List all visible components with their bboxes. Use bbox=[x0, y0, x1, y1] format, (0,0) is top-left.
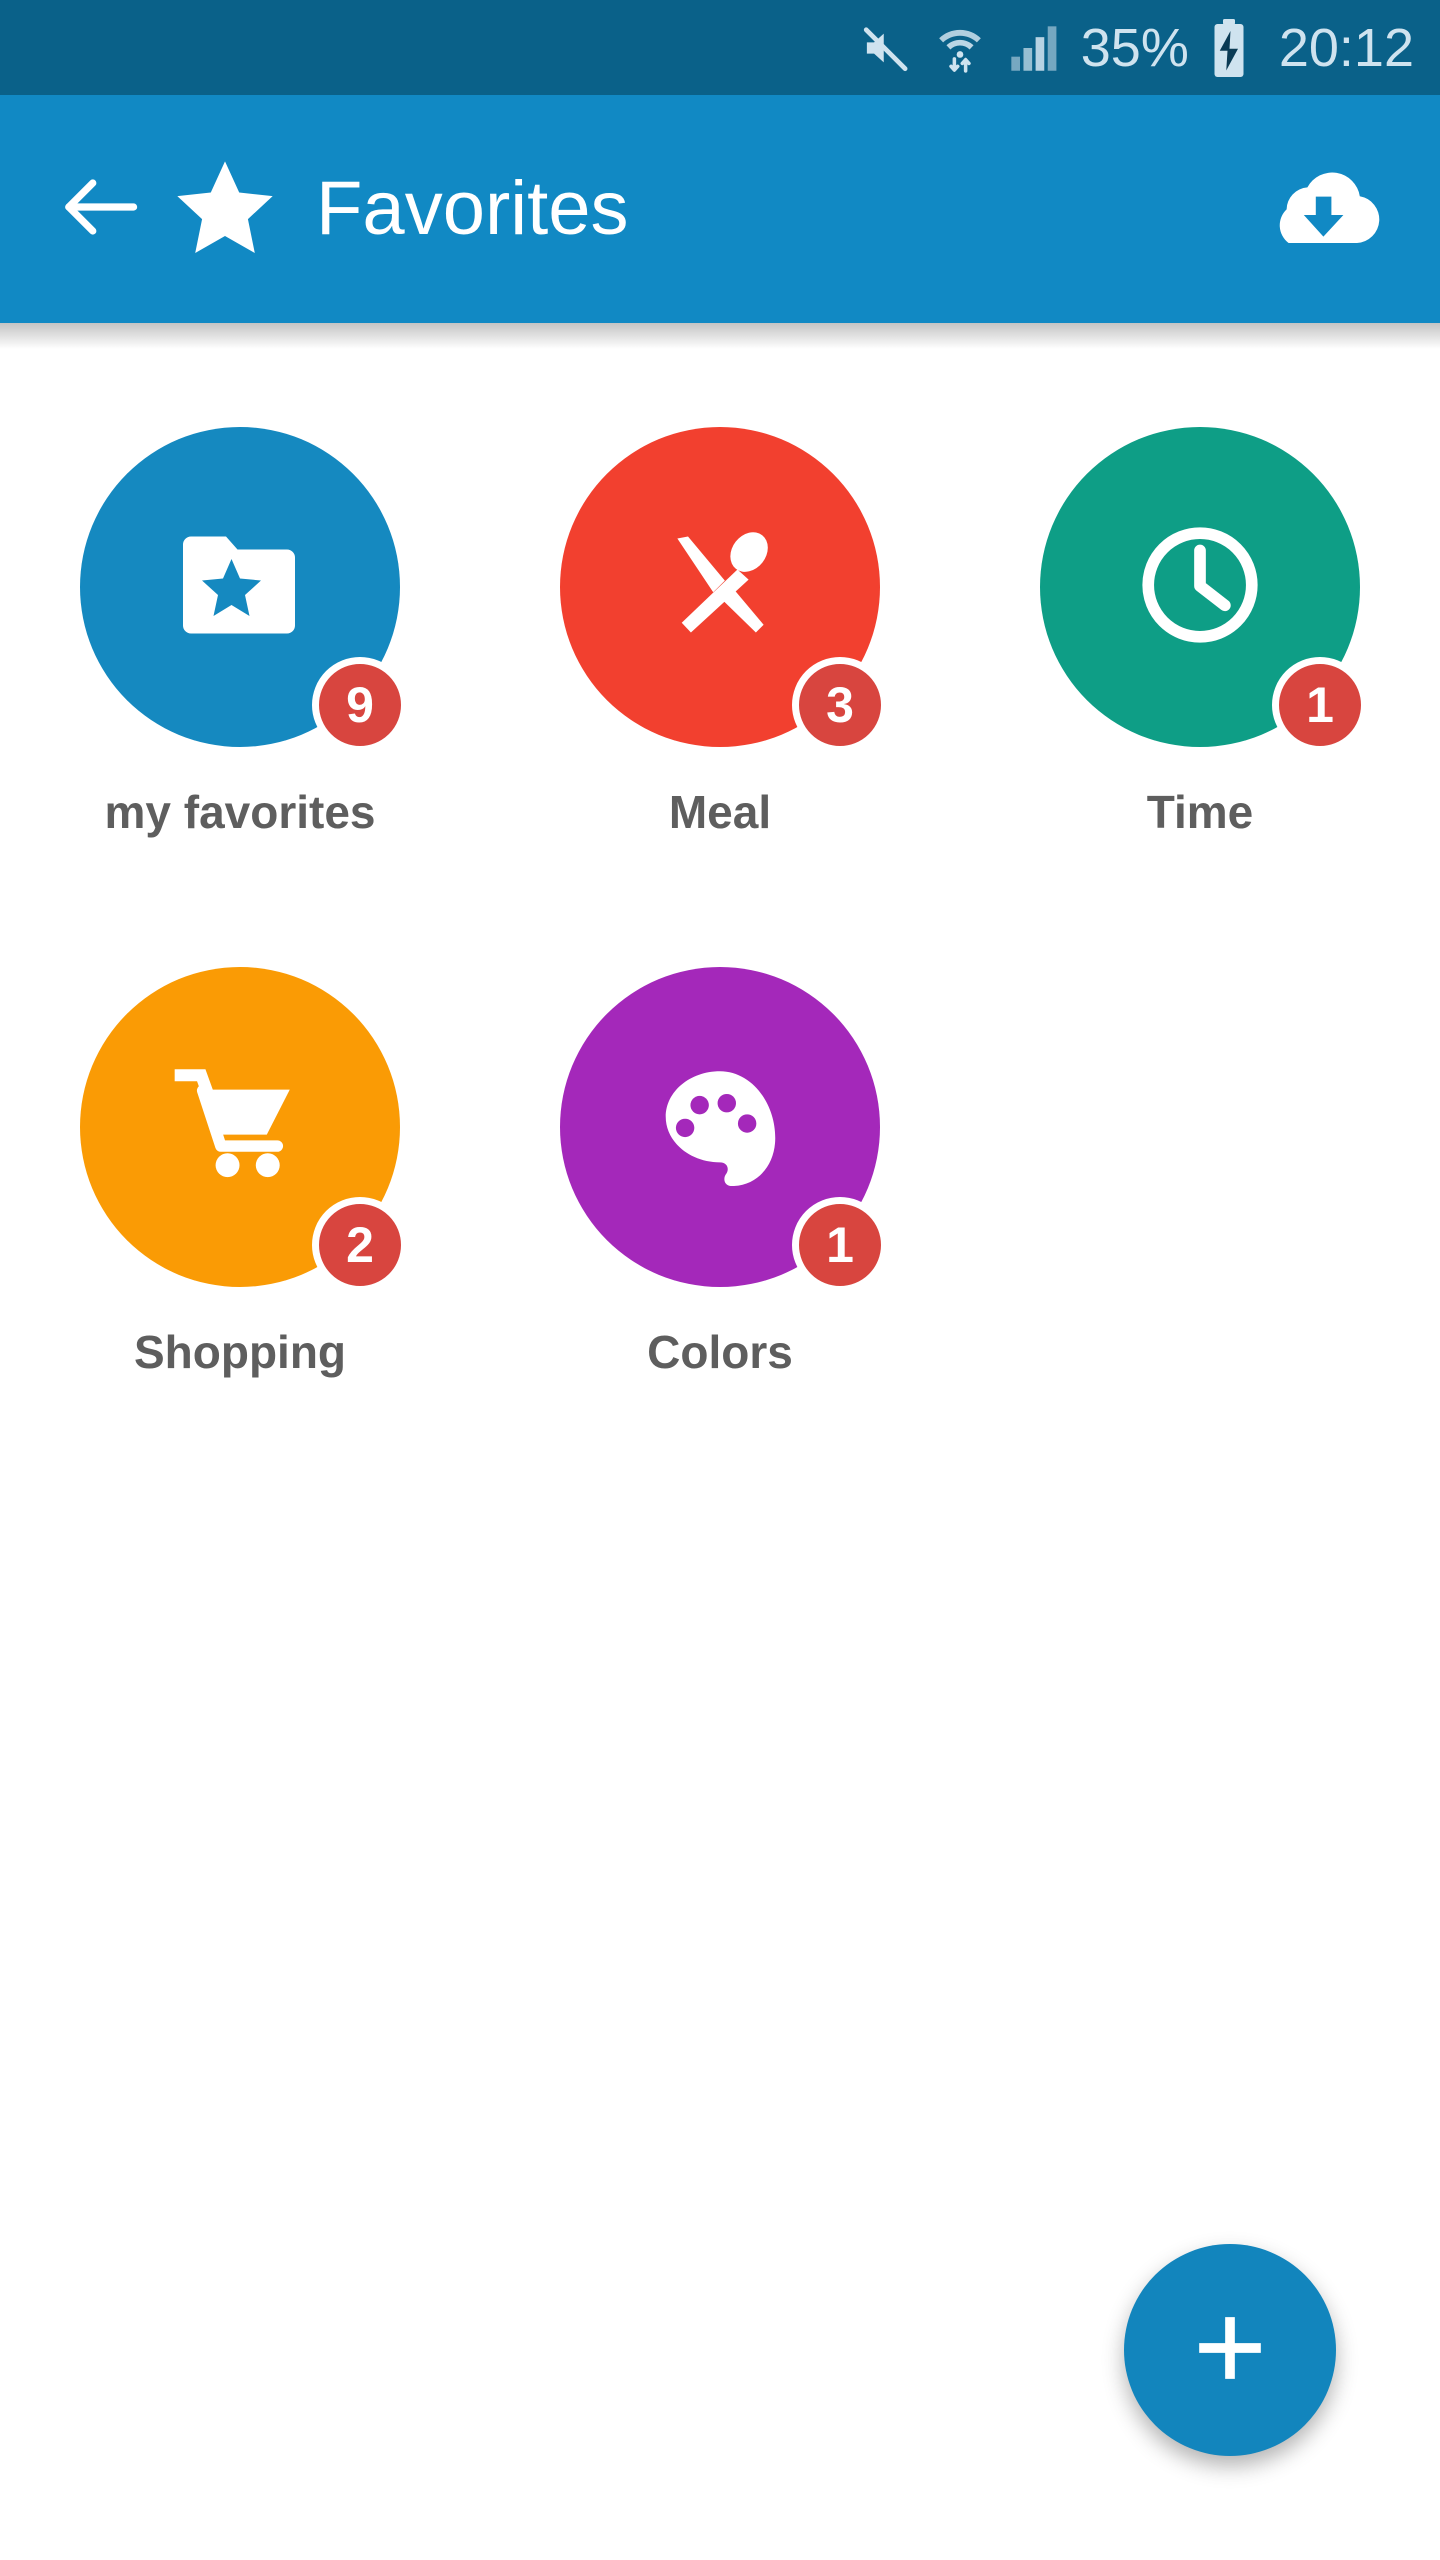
status-bar: 35% 20:12 bbox=[0, 0, 1440, 95]
grid-item-meal[interactable]: 3 Meal bbox=[480, 427, 960, 967]
badge-count: 9 bbox=[312, 657, 408, 753]
plus-icon bbox=[1187, 2305, 1273, 2396]
grid-item-label: my favorites bbox=[104, 786, 376, 838]
signal-bars-icon bbox=[1007, 23, 1059, 73]
badge-count: 1 bbox=[1272, 657, 1368, 753]
add-button[interactable] bbox=[1124, 2244, 1336, 2456]
badge-count: 3 bbox=[792, 657, 888, 753]
status-bar-icons: 35% 20:12 bbox=[859, 18, 1414, 78]
circle-wrapper: 2 bbox=[80, 967, 408, 1293]
app-bar: Favorites bbox=[0, 95, 1440, 323]
cutlery-icon bbox=[657, 522, 783, 653]
palette-icon bbox=[657, 1064, 783, 1191]
badge-count: 2 bbox=[312, 1197, 408, 1293]
cloud-download-icon bbox=[1263, 159, 1383, 260]
circle-wrapper: 1 bbox=[560, 967, 888, 1293]
grid-item-my-favorites[interactable]: 9 my favorites bbox=[0, 427, 480, 967]
circle-wrapper: 9 bbox=[80, 427, 408, 753]
grid-item-label: Shopping bbox=[133, 1326, 347, 1378]
cloud-download-button[interactable] bbox=[1258, 154, 1388, 264]
phone-screen: 35% 20:12 Favorites 9 my favorites 3 Mea… bbox=[0, 0, 1440, 2560]
grid-item-time[interactable]: 1 Time bbox=[960, 427, 1440, 967]
grid-item-shopping[interactable]: 2 Shopping bbox=[0, 967, 480, 1507]
grid-item-label: Colors bbox=[647, 1326, 793, 1378]
mute-icon bbox=[859, 21, 913, 75]
star-icon bbox=[170, 154, 280, 264]
battery-charging-icon bbox=[1211, 18, 1247, 78]
wifi-transfer-icon bbox=[935, 20, 985, 76]
grid-item-colors[interactable]: 1 Colors bbox=[480, 967, 960, 1507]
back-button[interactable] bbox=[40, 149, 160, 269]
page-title: Favorites bbox=[316, 166, 629, 251]
battery-percent-label: 35% bbox=[1080, 17, 1189, 78]
shopping-cart-icon bbox=[173, 1062, 307, 1193]
arrow-left-icon bbox=[59, 171, 141, 248]
circle-wrapper: 1 bbox=[1040, 427, 1368, 753]
grid-item-label: Time bbox=[1146, 786, 1254, 838]
badge-count: 1 bbox=[792, 1197, 888, 1293]
clock-label: 20:12 bbox=[1278, 17, 1414, 78]
category-grid: 9 my favorites 3 Meal 1 Time 2 Shopping … bbox=[0, 349, 1440, 1507]
clock-icon bbox=[1134, 519, 1266, 656]
folder-star-icon bbox=[175, 527, 305, 648]
grid-item-label: Meal bbox=[668, 786, 772, 838]
circle-wrapper: 3 bbox=[560, 427, 888, 753]
app-bar-shadow bbox=[0, 323, 1440, 349]
